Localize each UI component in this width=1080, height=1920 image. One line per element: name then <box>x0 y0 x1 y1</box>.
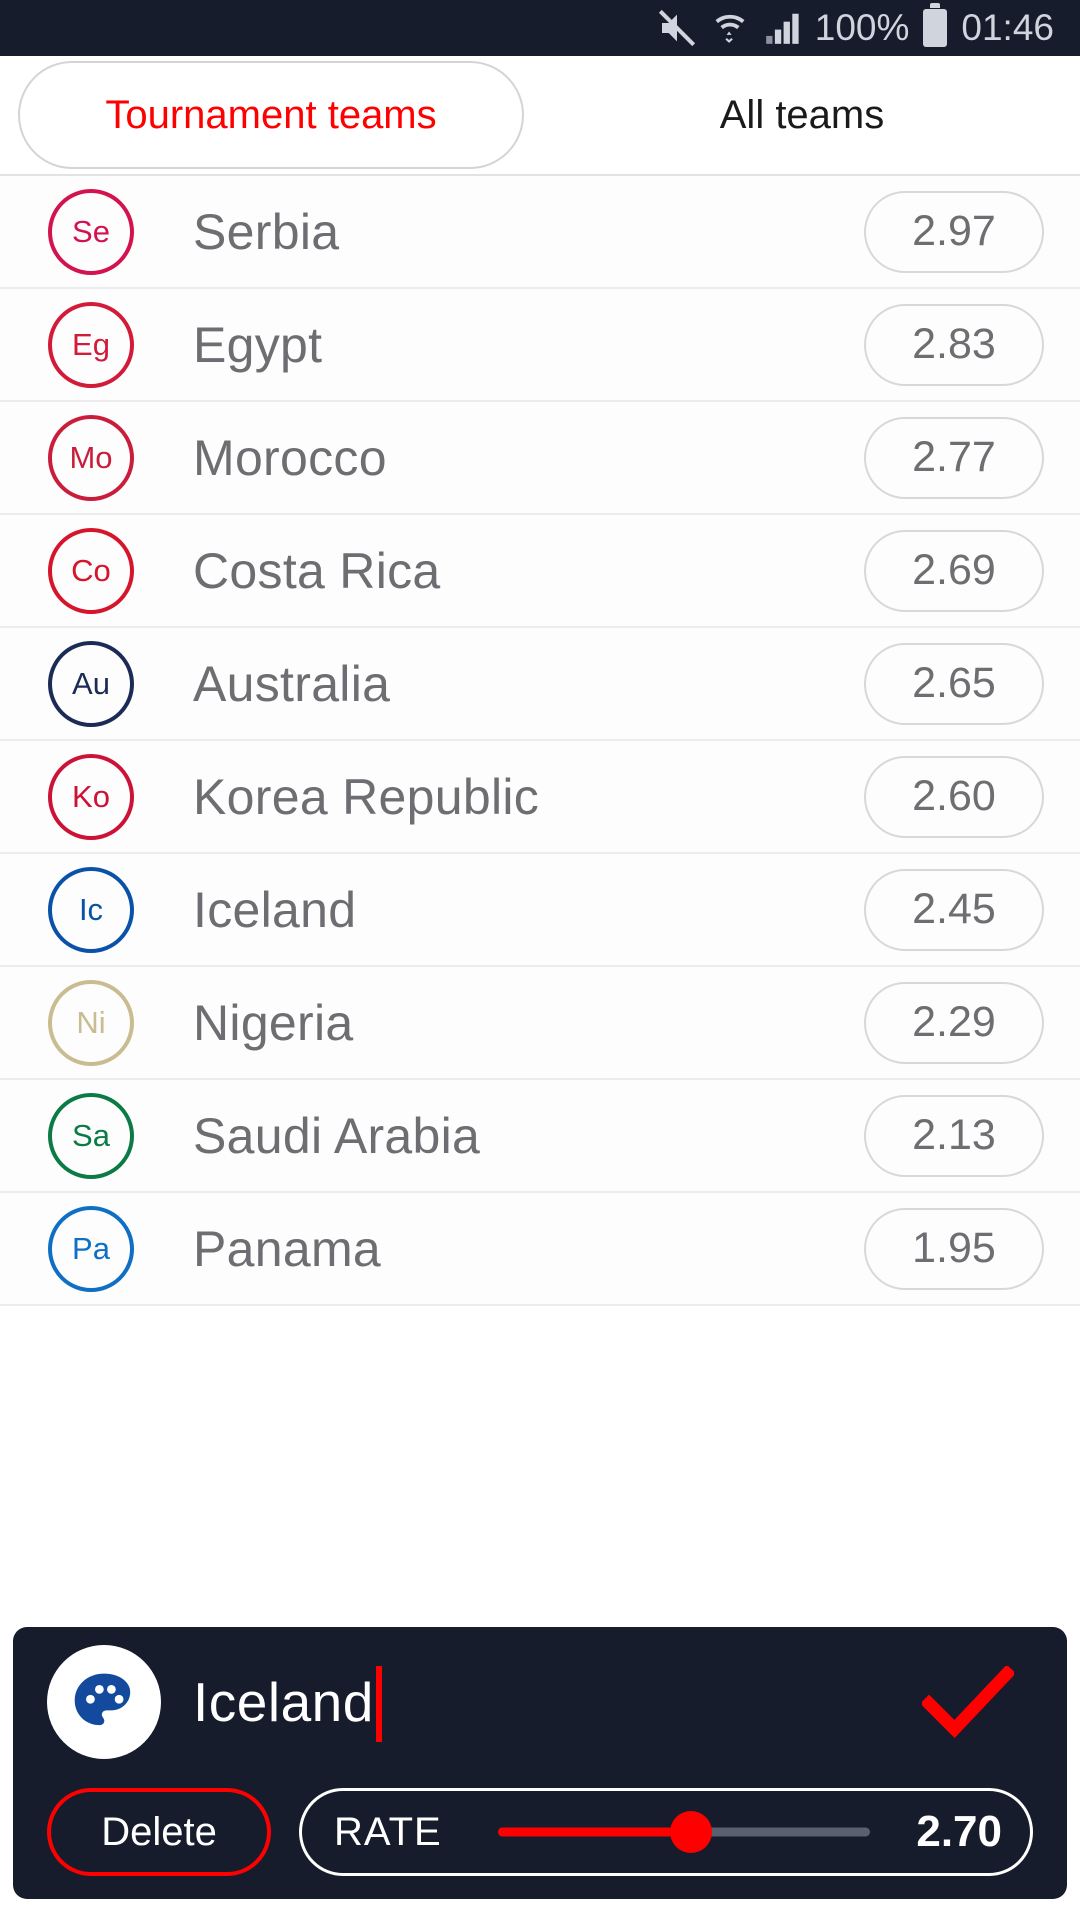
team-initials-badge: Mo <box>48 414 134 501</box>
tab-tournament-teams-label: Tournament teams <box>105 92 437 137</box>
team-rating-pill[interactable]: 2.69 <box>864 529 1044 612</box>
status-bar: 100% 01:46 <box>0 0 1080 56</box>
rate-slider-thumb[interactable] <box>670 1811 713 1853</box>
team-name-label: Serbia <box>193 203 340 260</box>
battery-icon <box>923 3 948 47</box>
team-list: Se Serbia 2.97 Eg Egypt 2.83 Mo Morocco 2.77 Co Co… <box>0 176 1080 1306</box>
team-name-input[interactable]: Iceland <box>193 1645 913 1759</box>
rate-value-label: 2.70 <box>916 1807 1002 1856</box>
tab-bar: Tournament teams All teams <box>0 56 1080 176</box>
team-row[interactable]: Sa Saudi Arabia 2.13 <box>0 1080 1080 1193</box>
team-rating-pill[interactable]: 2.13 <box>864 1094 1044 1177</box>
team-row[interactable]: Se Serbia 2.97 <box>0 176 1080 289</box>
team-edit-top-row: Iceland <box>13 1627 1067 1777</box>
team-initials-badge: Sa <box>48 1092 134 1179</box>
team-rating-pill[interactable]: 1.95 <box>864 1207 1044 1290</box>
confirm-button[interactable] <box>913 1647 1023 1757</box>
team-name-label: Korea Republic <box>193 768 540 825</box>
team-initials-badge: Co <box>48 527 134 614</box>
team-rating-pill[interactable]: 2.83 <box>864 303 1044 386</box>
tab-all-teams-label: All teams <box>719 92 885 137</box>
team-row[interactable]: Ic Iceland 2.45 <box>0 854 1080 967</box>
delete-button[interactable]: Delete <box>47 1788 271 1876</box>
delete-button-label: Delete <box>101 1809 217 1854</box>
team-name-label: Costa Rica <box>193 542 441 599</box>
team-rating-pill[interactable]: 2.97 <box>864 190 1044 273</box>
team-row[interactable]: Pa Panama 1.95 <box>0 1193 1080 1306</box>
team-row[interactable]: Co Costa Rica 2.69 <box>0 515 1080 628</box>
battery-percent-label: 100% <box>814 7 910 48</box>
team-edit-panel: Iceland Delete RATE 2.70 <box>13 1627 1067 1899</box>
team-rating-pill[interactable]: 2.45 <box>864 868 1044 951</box>
team-row[interactable]: Ni Nigeria 2.29 <box>0 967 1080 1080</box>
team-initials-badge: Ni <box>48 979 134 1066</box>
team-row[interactable]: Eg Egypt 2.83 <box>0 289 1080 402</box>
team-initials-badge: Ko <box>48 753 134 840</box>
team-name-label: Iceland <box>193 881 357 938</box>
team-name-label: Egypt <box>193 316 323 373</box>
clock-label: 01:46 <box>961 7 1054 48</box>
rate-control: RATE 2.70 <box>299 1788 1033 1876</box>
team-name-label: Morocco <box>193 429 387 486</box>
team-initials-badge: Eg <box>48 301 134 388</box>
team-rating-pill[interactable]: 2.29 <box>864 981 1044 1064</box>
team-row[interactable]: Au Australia 2.65 <box>0 628 1080 741</box>
team-row[interactable]: Ko Korea Republic 2.60 <box>0 741 1080 854</box>
rate-label: RATE <box>334 1809 442 1854</box>
team-name-label: Saudi Arabia <box>193 1107 481 1164</box>
team-initials-badge: Au <box>48 640 134 727</box>
team-name-input-value: Iceland <box>193 1671 374 1733</box>
team-initials-badge: Se <box>48 188 134 275</box>
team-initials-badge: Ic <box>48 866 134 953</box>
mute-icon <box>657 8 697 48</box>
team-rating-pill[interactable]: 2.77 <box>864 416 1044 499</box>
rate-slider-fill <box>498 1827 692 1837</box>
signal-icon <box>763 9 801 47</box>
team-rating-pill[interactable]: 2.60 <box>864 755 1044 838</box>
tab-tournament-teams[interactable]: Tournament teams <box>18 61 524 169</box>
wifi-icon <box>711 8 749 48</box>
team-initials-badge: Pa <box>48 1205 134 1292</box>
tab-all-teams[interactable]: All teams <box>524 61 1080 169</box>
team-row[interactable]: Mo Morocco 2.77 <box>0 402 1080 515</box>
check-icon <box>922 1666 1014 1738</box>
team-rating-pill[interactable]: 2.65 <box>864 642 1044 725</box>
team-name-label: Panama <box>193 1220 382 1277</box>
palette-icon[interactable] <box>47 1645 161 1759</box>
text-cursor <box>375 1665 382 1742</box>
team-name-label: Australia <box>193 655 391 712</box>
team-edit-bottom-row: Delete RATE 2.70 <box>13 1777 1067 1887</box>
team-name-label: Nigeria <box>193 994 354 1051</box>
rate-slider[interactable] <box>498 1802 870 1862</box>
